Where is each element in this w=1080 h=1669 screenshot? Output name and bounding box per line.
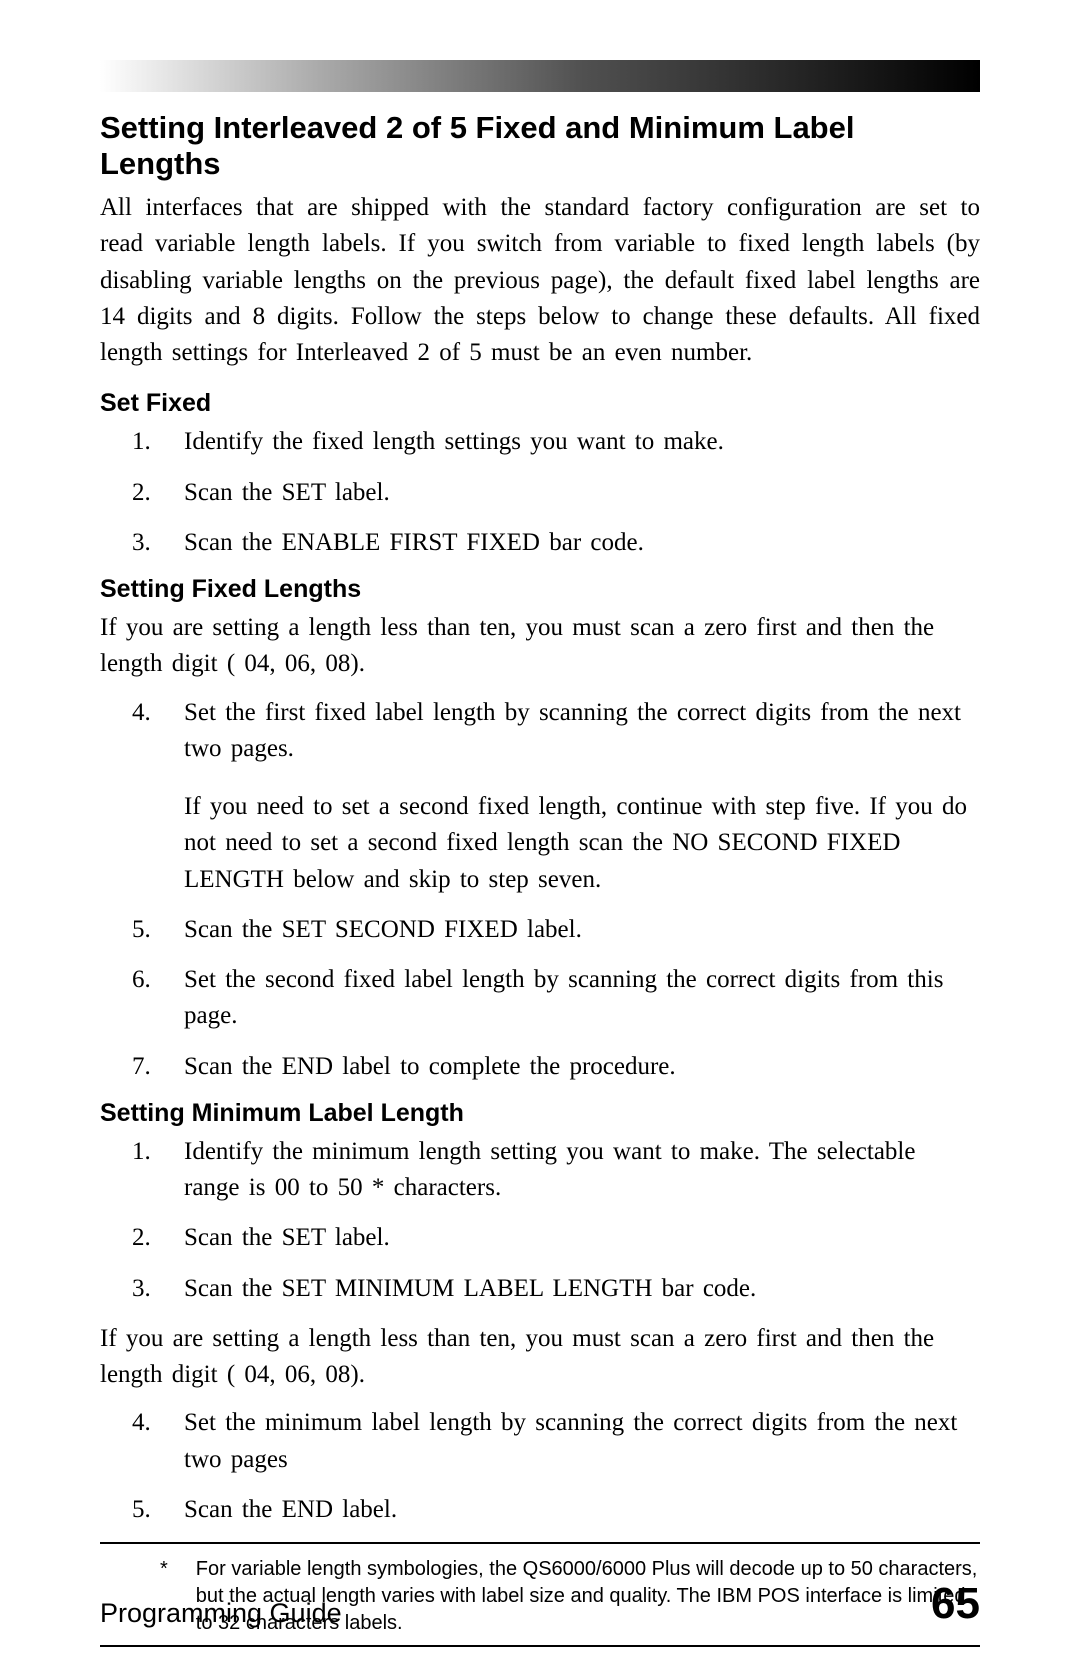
section-min-length-title: Setting Minimum Label Length: [100, 1099, 980, 1128]
list-item-text: Set the second fixed label length by sca…: [184, 966, 943, 1029]
list-item-text: Set the first fixed label length by scan…: [184, 699, 961, 762]
min-length-list-b: Set the minimum label length by scanning…: [100, 1405, 980, 1528]
list-item: Identify the minimum length setting you …: [160, 1134, 980, 1207]
fixed-lengths-lead: If you are setting a length less than te…: [100, 610, 980, 683]
list-item-text: Scan the SET label.: [184, 1224, 390, 1251]
min-length-list-a: Identify the minimum length setting you …: [100, 1134, 980, 1307]
section-set-fixed-title: Set Fixed: [100, 389, 980, 418]
list-item-text: Scan the SET SECOND FIXED label.: [184, 916, 582, 943]
footnote-rule-top: [100, 1542, 980, 1544]
list-item-extra: If you need to set a second fixed length…: [184, 789, 980, 898]
list-item-text: Scan the SET label.: [184, 479, 390, 506]
list-item-text: Scan the SET MINIMUM LABEL LENGTH bar co…: [184, 1275, 756, 1302]
list-item: Set the second fixed label length by sca…: [160, 962, 980, 1035]
footer-guide-title: Programming Guide: [100, 1598, 342, 1629]
list-item: Scan the END label.: [160, 1492, 980, 1528]
min-length-mid: If you are setting a length less than te…: [100, 1321, 980, 1394]
list-item: Set the minimum label length by scanning…: [160, 1405, 980, 1478]
list-item: Scan the END label to complete the proce…: [160, 1049, 980, 1085]
list-item: Scan the SET label.: [160, 475, 980, 511]
intro-paragraph: All interfaces that are shipped with the…: [100, 190, 980, 371]
list-item-text: Identify the minimum length setting you …: [184, 1138, 915, 1201]
list-item: Identify the fixed length settings you w…: [160, 424, 980, 460]
list-item: Scan the ENABLE FIRST FIXED bar code.: [160, 525, 980, 561]
footnote-rule-bottom: [100, 1645, 980, 1647]
list-item-text: Scan the END label to complete the proce…: [184, 1053, 676, 1080]
list-item: Scan the SET SECOND FIXED label.: [160, 912, 980, 948]
list-item-text: Identify the fixed length settings you w…: [184, 428, 724, 455]
list-item: Set the first fixed label length by scan…: [160, 695, 980, 898]
page-footer: Programming Guide 65: [100, 1579, 980, 1629]
list-item: Scan the SET label.: [160, 1220, 980, 1256]
section-fixed-lengths-title: Setting Fixed Lengths: [100, 575, 980, 604]
list-item-text: Scan the END label.: [184, 1496, 397, 1523]
document-page: Setting Interleaved 2 of 5 Fixed and Min…: [0, 0, 1080, 1669]
list-item-text: Scan the ENABLE FIRST FIXED bar code.: [184, 529, 644, 556]
list-item: Scan the SET MINIMUM LABEL LENGTH bar co…: [160, 1271, 980, 1307]
page-heading: Setting Interleaved 2 of 5 Fixed and Min…: [100, 110, 980, 182]
fixed-lengths-list: Set the first fixed label length by scan…: [100, 695, 980, 1085]
list-item-text: Set the minimum label length by scanning…: [184, 1409, 957, 1472]
set-fixed-list: Identify the fixed length settings you w…: [100, 424, 980, 561]
header-gradient-bar: [100, 60, 980, 92]
footer-page-number: 65: [931, 1579, 980, 1629]
